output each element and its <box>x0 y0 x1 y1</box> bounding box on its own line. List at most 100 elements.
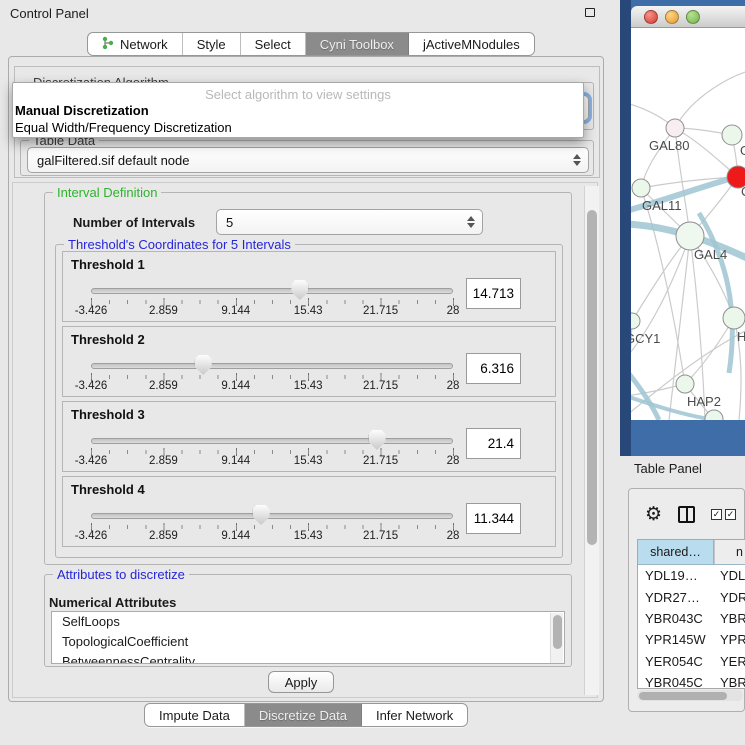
network-node[interactable] <box>631 313 640 329</box>
network-canvas[interactable]: GAL80 G C GAL11 GAL4 GCY1 H HAP2 <box>631 28 745 420</box>
threshold-3-value[interactable]: 21.4 <box>466 428 521 459</box>
network-node[interactable] <box>676 222 704 250</box>
table-header-row: shared… n <box>638 540 745 565</box>
node-label: C <box>741 184 745 199</box>
vertical-scrollbar[interactable] <box>584 186 599 695</box>
float-window-icon[interactable] <box>585 8 595 17</box>
threshold-4-slider-thumb[interactable] <box>253 505 270 525</box>
interval-definition-group: Interval Definition Number of Intervals … <box>44 192 572 565</box>
threshold-1-block: Threshold 1 -3.4262.8599.14415.4321.7152… <box>62 251 556 322</box>
threshold-3-slider[interactable] <box>91 438 453 444</box>
node-label: GAL4 <box>694 247 727 262</box>
checkbox-icon[interactable]: ✓ <box>725 509 736 520</box>
node-label: GAL80 <box>649 138 689 153</box>
thresholds-group: Threshold's Coordinates for 5 Intervals … <box>55 244 563 558</box>
list-scrollbar[interactable] <box>550 613 563 664</box>
list-item[interactable]: BetweennessCentrality <box>52 652 564 664</box>
horizontal-scrollbar[interactable] <box>637 690 743 701</box>
slider-tick-labels: -3.4262.8599.14415.4321.71528 <box>91 380 453 394</box>
threshold-1-value[interactable]: 14.713 <box>466 278 521 309</box>
tab-jactivemnodules[interactable]: jActiveMNodules <box>409 33 534 55</box>
node-label: H <box>737 329 745 344</box>
numerical-attributes-label: Numerical Attributes <box>49 595 176 610</box>
table-data-group: Table Data galFiltered.sif default node <box>20 140 594 176</box>
split-columns-icon[interactable] <box>678 506 695 523</box>
node-label: GAL11 <box>642 198 682 213</box>
table-row[interactable]: YER054CYER0 <box>638 651 745 672</box>
threshold-4-value[interactable]: 11.344 <box>466 503 521 534</box>
close-traffic-light-icon[interactable] <box>644 10 658 24</box>
minimize-traffic-light-icon[interactable] <box>665 10 679 24</box>
table-row[interactable]: YBR043CYBR0 <box>638 608 745 629</box>
gear-icon[interactable]: ⚙ <box>645 505 662 524</box>
page-title: Control Panel <box>10 6 89 21</box>
network-node[interactable] <box>722 125 742 145</box>
tab-infer-network[interactable]: Infer Network <box>362 704 467 726</box>
window-edge <box>620 0 631 456</box>
network-node[interactable] <box>723 307 745 329</box>
control-panel-tabbar: Network Style Select Cyni Toolbox jActiv… <box>87 32 535 56</box>
threshold-4-slider[interactable] <box>91 513 453 519</box>
table-panel: ⚙ ✓ ✓ shared… n YDL19…YDL1 YDR27…YDR2 YB… <box>628 488 745 712</box>
slider-tick-labels: -3.4262.8599.14415.4321.71528 <box>91 455 453 469</box>
scrollbar-thumb[interactable] <box>639 692 727 700</box>
threshold-1-slider[interactable] <box>91 288 453 294</box>
network-node[interactable] <box>676 375 694 393</box>
table-row[interactable]: YDL19…YDL1 <box>638 565 745 586</box>
node-label: GCY1 <box>631 331 660 346</box>
threshold-2-value[interactable]: 6.316 <box>466 353 521 384</box>
scrollbar-thumb[interactable] <box>553 615 562 649</box>
apply-button[interactable]: Apply <box>268 671 334 693</box>
zoom-traffic-light-icon[interactable] <box>686 10 700 24</box>
table-row[interactable]: YDR27…YDR2 <box>638 586 745 607</box>
table-row[interactable]: YPR145WYPR1 <box>638 629 745 650</box>
tab-discretize-data[interactable]: Discretize Data <box>245 704 362 726</box>
thresholds-group-title: Threshold's Coordinates for 5 Intervals <box>64 237 295 252</box>
threshold-3-slider-thumb[interactable] <box>369 430 386 450</box>
threshold-4-block: Threshold 4 -3.4262.8599.14415.4321.7152… <box>62 476 556 547</box>
checkbox-icon[interactable]: ✓ <box>711 509 722 520</box>
list-item[interactable]: SelfLoops <box>52 612 564 632</box>
list-item[interactable]: TopologicalCoefficient <box>52 632 564 652</box>
node-label: HAP2 <box>687 394 721 409</box>
stepper-icon <box>573 154 581 166</box>
threshold-3-block: Threshold 3 -3.4262.8599.14415.4321.7152… <box>62 401 556 472</box>
threshold-2-slider[interactable] <box>91 363 453 369</box>
threshold-2-block: Threshold 2 -3.4262.8599.14415.4321.7152… <box>62 326 556 397</box>
attributes-group: Attributes to discretize Numerical Attri… <box>44 574 572 667</box>
network-node[interactable] <box>632 179 650 197</box>
network-graph: GAL80 G C GAL11 GAL4 GCY1 H HAP2 <box>631 28 745 420</box>
network-window-titlebar[interactable] <box>631 6 745 28</box>
numerical-attributes-list[interactable]: SelfLoops TopologicalCoefficient Between… <box>51 611 565 664</box>
network-icon <box>102 36 114 53</box>
tab-cyni-toolbox[interactable]: Cyni Toolbox <box>306 33 409 55</box>
slider-tick-labels: -3.4262.8599.14415.4321.71528 <box>91 305 453 319</box>
network-window[interactable]: GAL80 G C GAL11 GAL4 GCY1 H HAP2 <box>620 0 745 456</box>
number-of-intervals-label: Number of Intervals <box>73 215 195 230</box>
network-node[interactable] <box>666 119 684 137</box>
table-data-combobox[interactable]: galFiltered.sif default node <box>27 147 589 173</box>
stepper-icon <box>467 216 475 228</box>
dropdown-option-manual[interactable]: Manual Discretization <box>13 102 583 119</box>
attributes-group-title: Attributes to discretize <box>53 567 189 582</box>
dropdown-option-equal-width[interactable]: Equal Width/Frequency Discretization <box>13 119 583 136</box>
column-header-shared[interactable]: shared… <box>638 540 714 564</box>
node-label: G <box>740 143 745 158</box>
table-panel-title: Table Panel <box>634 461 702 476</box>
tab-network[interactable]: Network <box>88 33 183 55</box>
threshold-2-slider-thumb[interactable] <box>195 355 212 375</box>
tab-style[interactable]: Style <box>183 33 241 55</box>
column-header-name[interactable]: n <box>714 540 745 564</box>
threshold-1-slider-thumb[interactable] <box>291 280 308 300</box>
algorithm-dropdown-popup: Select algorithm to view settings Manual… <box>12 82 584 138</box>
table-row[interactable]: YBR045CYBR0 <box>638 672 745 689</box>
number-of-intervals-combobox[interactable]: 5 <box>216 209 483 235</box>
cyni-bottom-tabbar: Impute Data Discretize Data Infer Networ… <box>144 703 468 727</box>
tab-select[interactable]: Select <box>241 33 306 55</box>
dropdown-placeholder-option[interactable]: Select algorithm to view settings <box>13 83 583 102</box>
table-panel-toolbar: ⚙ ✓ ✓ <box>635 495 745 533</box>
tab-impute-data[interactable]: Impute Data <box>145 704 245 726</box>
scrollbar-thumb[interactable] <box>587 210 597 545</box>
node-table[interactable]: shared… n YDL19…YDL1 YDR27…YDR2 YBR043CY… <box>637 539 745 689</box>
slider-tick-labels: -3.4262.8599.14415.4321.71528 <box>91 530 453 544</box>
